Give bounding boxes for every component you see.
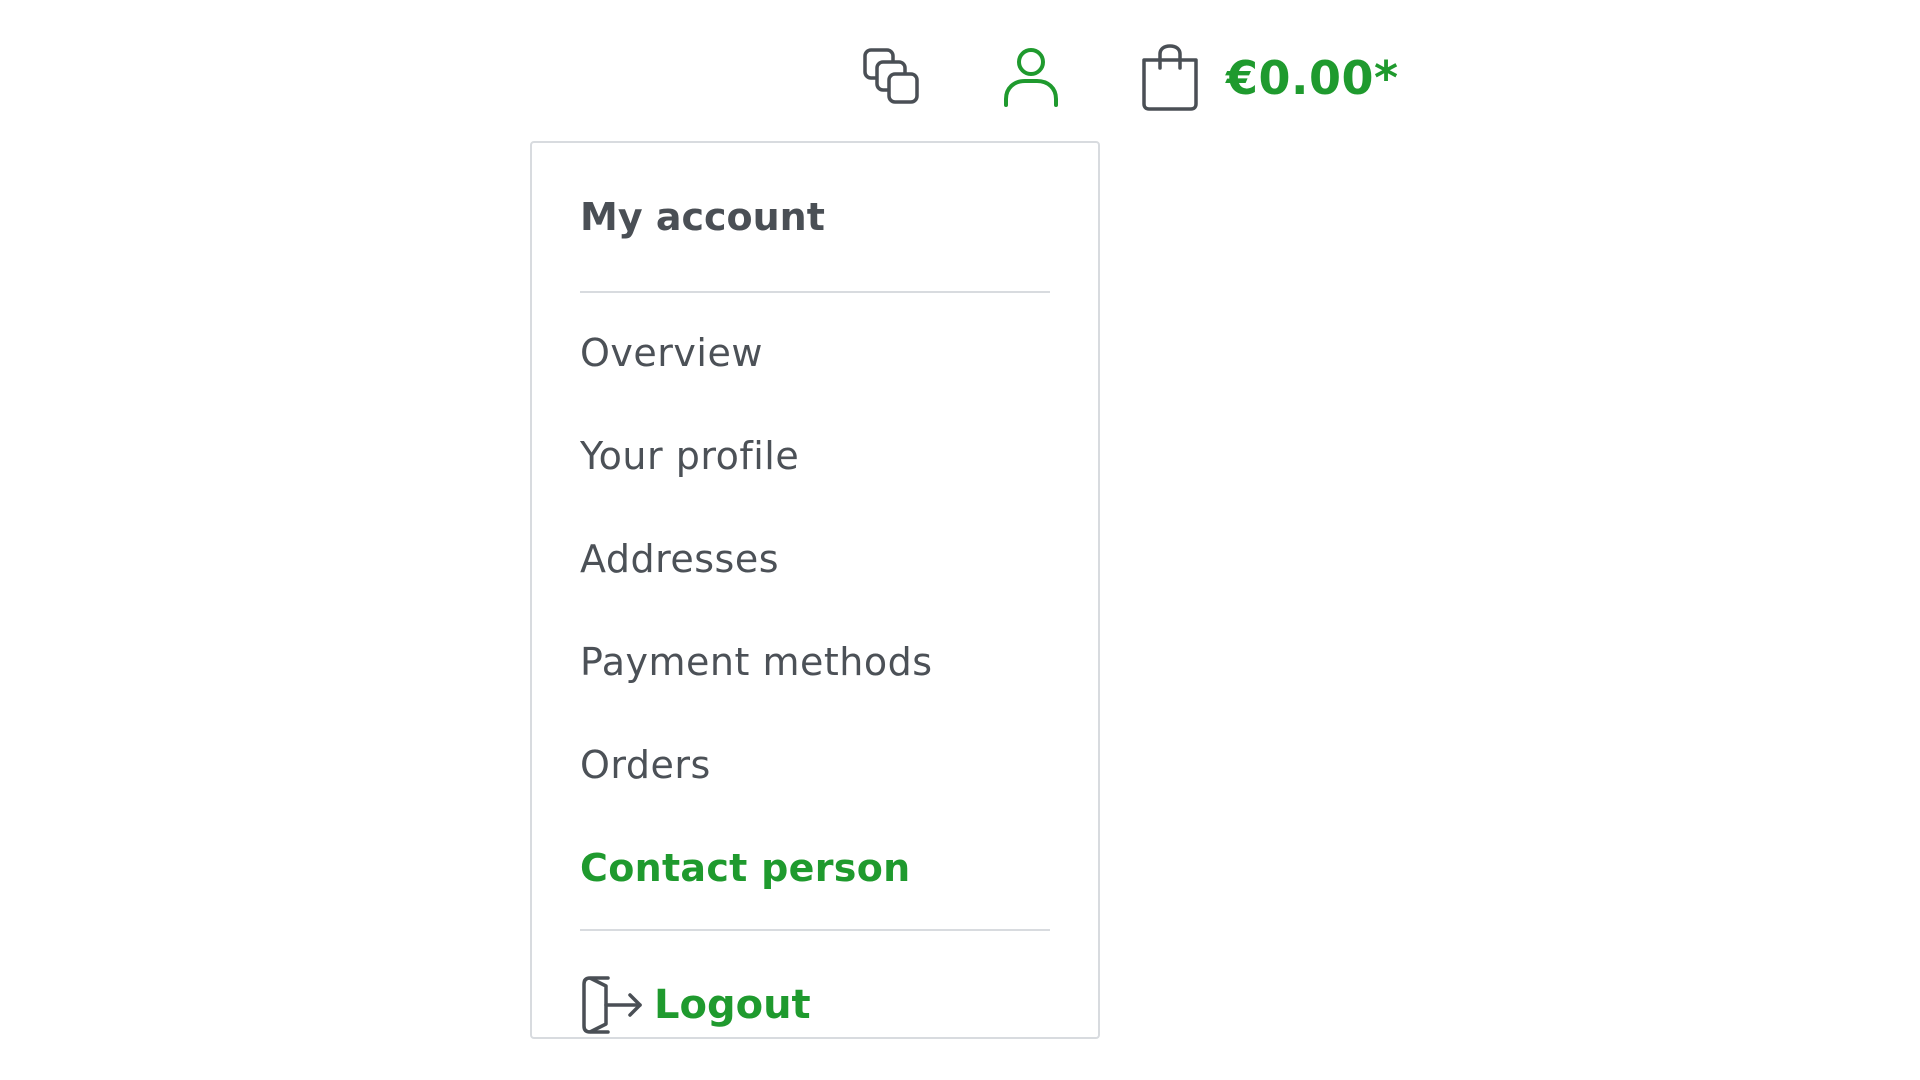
- menu-item-payment-methods[interactable]: Payment methods: [580, 610, 1050, 713]
- shopping-bag-icon: [1142, 44, 1198, 111]
- cart-total: €0.00*: [1226, 51, 1399, 105]
- logout-button[interactable]: Logout: [580, 931, 1050, 1079]
- compare-button[interactable]: [862, 47, 924, 109]
- compare-icon: [863, 48, 919, 104]
- logout-icon: [582, 976, 642, 1034]
- logout-label: Logout: [654, 982, 811, 1028]
- menu-divider: [580, 291, 1050, 293]
- account-menu-list: Overview Your profile Addresses Payment …: [580, 301, 1050, 919]
- menu-item-overview[interactable]: Overview: [580, 301, 1050, 404]
- account-button[interactable]: [1000, 47, 1062, 109]
- menu-item-orders[interactable]: Orders: [580, 713, 1050, 816]
- menu-item-your-profile[interactable]: Your profile: [580, 404, 1050, 507]
- menu-item-contact-person[interactable]: Contact person: [580, 816, 1050, 919]
- menu-item-addresses[interactable]: Addresses: [580, 507, 1050, 610]
- account-menu-title: My account: [580, 195, 825, 239]
- account-dropdown-menu: My account Overview Your profile Address…: [530, 141, 1100, 1039]
- header-actions: €0.00*: [862, 38, 1399, 118]
- cart-button[interactable]: €0.00*: [1138, 44, 1399, 112]
- user-icon: [1004, 48, 1058, 107]
